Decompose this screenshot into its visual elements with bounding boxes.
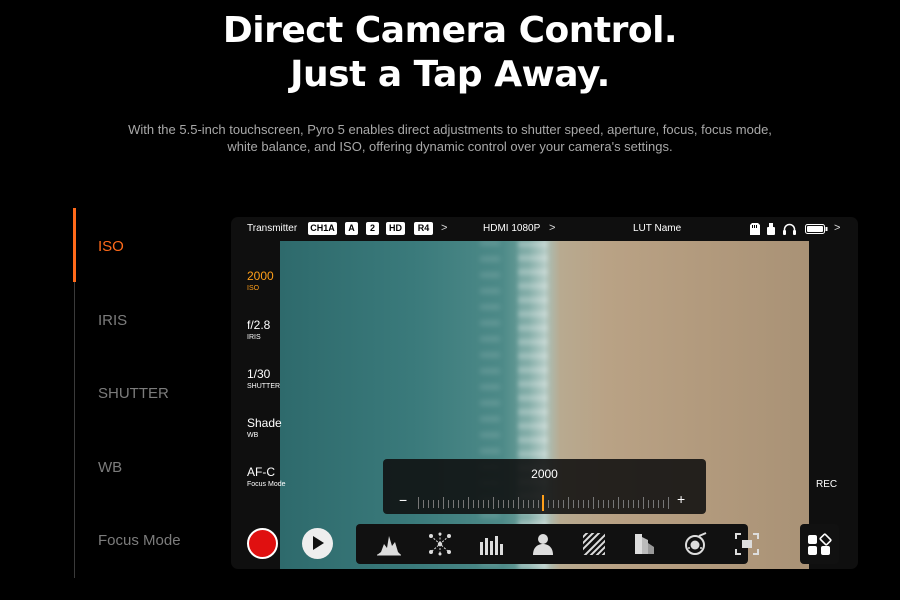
param-value: AF-C [247,465,275,479]
param-label: Focus Mode [247,481,286,488]
slider-value: 2000 [531,467,558,481]
param-label: WB [247,432,259,439]
param-value: 2000 [247,269,274,283]
menu-item-focus-mode[interactable]: Focus Mode [98,532,181,549]
increase-button[interactable]: + [677,491,685,507]
play-button[interactable] [302,528,333,559]
mode-badge: A [345,222,358,235]
description: With the 5.5-inch touchscreen, Pyro 5 en… [120,121,780,155]
chevron-right-icon[interactable]: > [441,222,447,234]
headline-line1: Direct Camera Control. [222,10,678,51]
menu-item-iso[interactable]: ISO [98,238,124,255]
hdmi-label[interactable]: HDMI 1080P [483,223,540,234]
param-iso[interactable]: 2000 ISO [247,269,307,292]
tools-toolbar [356,524,759,564]
description-line2: white balance, and ISO, offering dynamic… [227,139,673,154]
hd-badge: HD [386,222,405,235]
waveform-icon[interactable] [478,532,504,556]
histogram-icon[interactable] [376,532,402,556]
headline-line2: Just a Tap Away. [290,54,610,95]
lut-label[interactable]: LUT Name [633,223,681,234]
active-marker [73,208,76,282]
vectorscope-icon[interactable] [427,532,453,556]
param-shutter[interactable]: 1/30 SHUTTER [247,367,307,390]
live-view[interactable] [280,241,809,569]
focus-peaking-icon[interactable] [530,532,556,556]
apps-button[interactable] [800,524,839,564]
slider-ticks [418,495,669,511]
record-button[interactable] [247,528,278,559]
sd-card-icon [750,223,760,238]
menu-item-shutter[interactable]: SHUTTER [98,385,169,402]
false-color-icon[interactable] [632,532,658,556]
menu-item-wb[interactable]: WB [98,459,122,476]
feature-menu: ISO IRIS SHUTTER WB Focus Mode [73,208,234,578]
iso-slider[interactable]: 2000 − + [383,459,706,514]
param-wb[interactable]: Shade WB [247,416,307,439]
description-line1: With the 5.5-inch touchscreen, Pyro 5 en… [128,122,772,137]
param-label: SHUTTER [247,383,281,390]
menu-item-iris[interactable]: IRIS [98,312,127,329]
number-badge: 2 [366,222,379,235]
param-iris[interactable]: f/2.8 IRIS [247,318,307,341]
device-screen: Transmitter CH1A A 2 HD R4 > HDMI 1080P … [231,217,858,569]
channel-badge: CH1A [308,222,337,235]
range-badge: R4 [414,222,433,235]
usb-icon [767,223,775,238]
headphones-icon [783,223,796,238]
transmitter-label[interactable]: Transmitter [247,223,297,234]
param-value: 1/30 [247,367,271,381]
zebra-icon[interactable] [581,532,607,556]
gimbal-icon[interactable] [683,532,709,556]
rec-label: REC [816,479,838,490]
param-label: ISO [247,285,260,292]
chevron-right-icon[interactable]: > [549,222,555,234]
chevron-right-icon[interactable]: > [834,222,840,234]
param-focus-mode[interactable]: AF-C Focus Mode [247,465,307,488]
zoom-icon[interactable] [734,532,760,556]
status-bar: Transmitter CH1A A 2 HD R4 > HDMI 1080P … [231,217,858,241]
param-value: Shade [247,416,282,430]
battery-icon [805,224,828,237]
param-value: f/2.8 [247,318,271,332]
decrease-button[interactable]: − [399,492,407,508]
param-label: IRIS [247,334,261,341]
